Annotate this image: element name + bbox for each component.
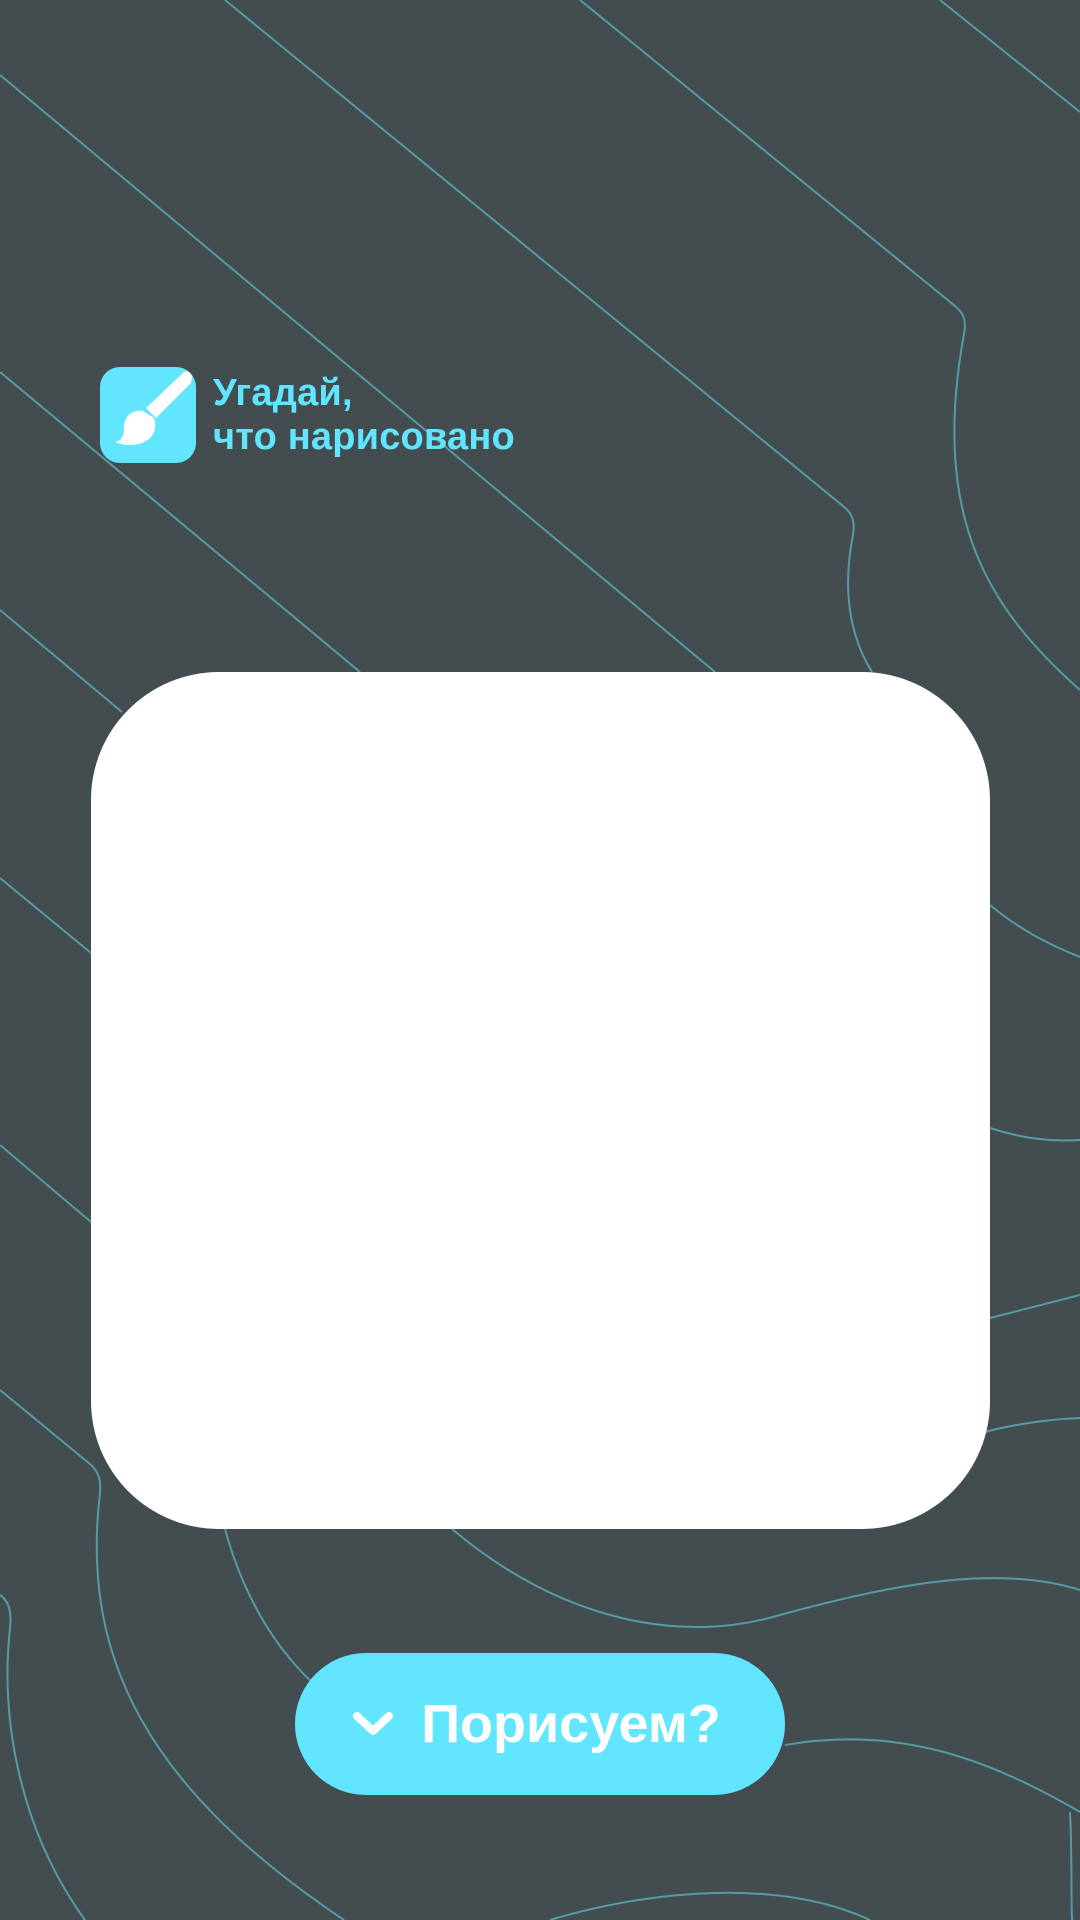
app-title-line-2: что нарисовано [213,416,515,458]
start-drawing-button[interactable]: Порисуем? [295,1653,785,1795]
paintbrush-icon [100,367,196,463]
app-title: Угадай, что нарисовано [213,371,515,459]
app-header: Угадай, что нарисовано [100,367,515,463]
drawing-game-screen: Угадай, что нарисовано Порисуем? [0,0,1080,1920]
chevron-down-icon [351,1709,395,1739]
drawing-canvas[interactable] [91,672,990,1529]
start-drawing-label: Порисуем? [421,1694,721,1754]
app-title-line-1: Угадай, [213,372,353,414]
